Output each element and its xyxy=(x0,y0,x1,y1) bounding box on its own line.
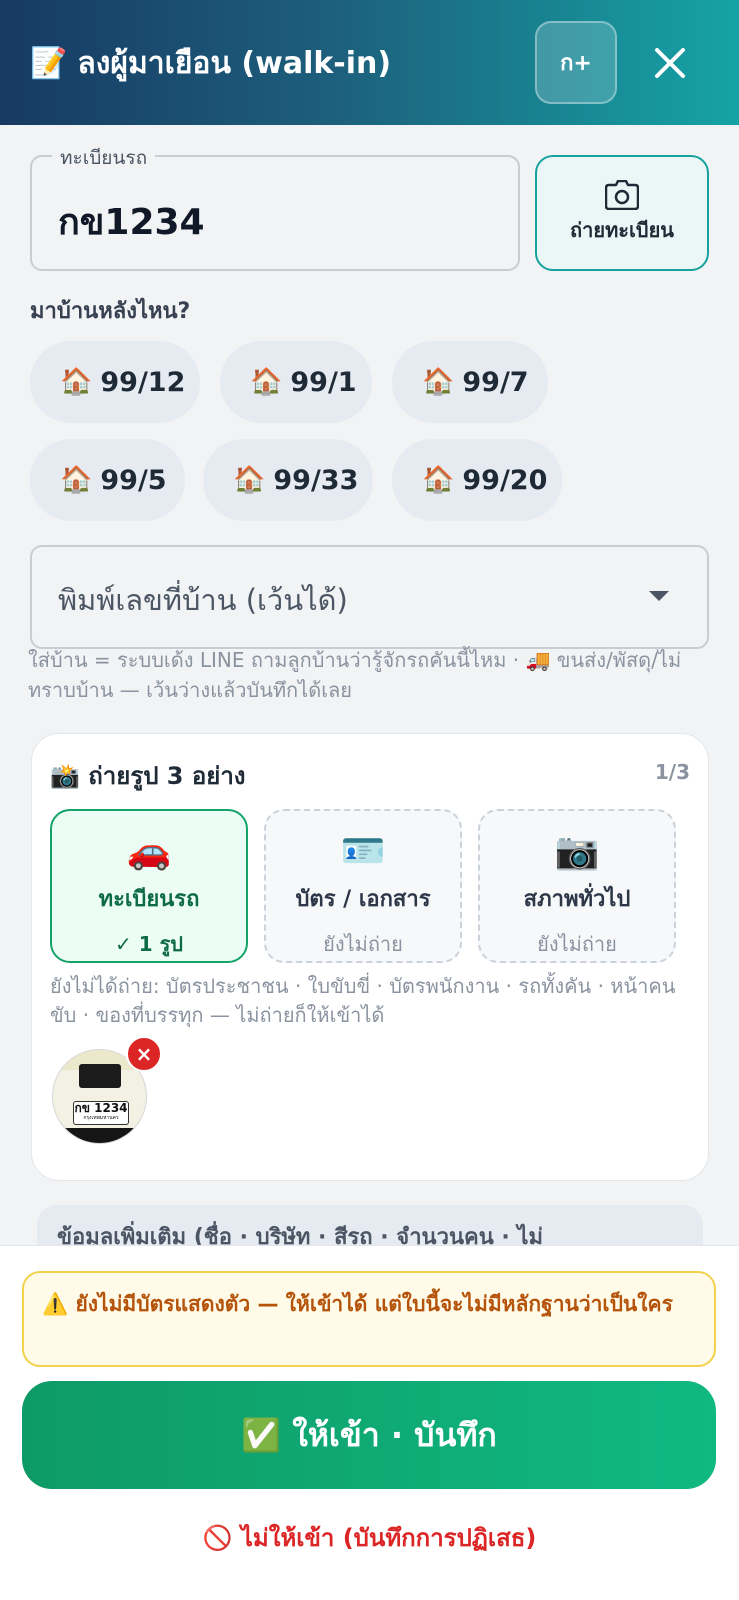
memo-icon: 📝 xyxy=(30,46,68,81)
thumb-plate-province: กรุงเทพมหานคร xyxy=(83,1115,119,1121)
house-chip[interactable]: 🏠 99/20 xyxy=(392,439,562,521)
house-chip[interactable]: 🏠 99/5 xyxy=(30,439,185,521)
photo-card-title-text: ถ่ายรูป 3 อย่าง xyxy=(88,762,246,790)
house-question: มาบ้านหลังไหน? xyxy=(30,299,191,324)
plate-input-value[interactable]: กข1234 xyxy=(58,193,205,250)
house-number-placeholder: พิมพ์เลขที่บ้าน (เว้นได้) xyxy=(58,583,348,617)
camera-icon: 📷 xyxy=(554,831,600,872)
deny-button[interactable]: 🚫 ไม่ให้เข้า (บันทึกการปฏิเสธ) xyxy=(0,1518,739,1557)
house-icon: 🏠 xyxy=(60,367,93,397)
remove-photo-button[interactable]: × xyxy=(126,1036,162,1072)
house-chip[interactable]: 🏠 99/7 xyxy=(392,341,548,423)
thumb-car-grille xyxy=(79,1064,121,1088)
camera-icon xyxy=(605,180,639,210)
house-chip[interactable]: 🏠 99/12 xyxy=(30,341,200,423)
house-icon: 🏠 xyxy=(250,367,283,397)
car-icon: 🚗 xyxy=(126,831,172,872)
house-chip-label: 99/1 xyxy=(290,366,357,398)
photo-card: 📸 ถ่ายรูป 3 อย่าง 1/3 🚗 ทะเบียนรถ ✓ 1 รู… xyxy=(31,733,709,1181)
action-footer: ⚠️ ยังไม่มีบัตรแสดงตัว — ให้เข้าได้ แต่ใ… xyxy=(0,1245,739,1600)
page-title: 📝 ลงผู้มาเยือน (walk-in) xyxy=(30,40,391,87)
allow-save-button[interactable]: ✅ ให้เข้า · บันทึก xyxy=(22,1381,716,1489)
house-icon: 🏠 xyxy=(60,465,93,495)
photo-count: 1/3 xyxy=(654,760,690,784)
close-icon xyxy=(655,48,685,78)
more-info-label: ข้อมูลเพิ่มเติม (ชื่อ · บริษัท · สีรถ · … xyxy=(57,1225,543,1245)
house-number-select[interactable]: พิมพ์เลขที่บ้าน (เว้นได้) xyxy=(30,545,709,649)
thumb-car-bumper xyxy=(53,1128,146,1143)
photo-tile-id[interactable]: 🪪 บัตร / เอกสาร ยังไม่ถ่าย xyxy=(264,809,462,963)
more-info-section[interactable]: ข้อมูลเพิ่มเติม (ชื่อ · บริษัท · สีรถ · … xyxy=(37,1205,703,1245)
photo-card-title: 📸 ถ่ายรูป 3 อย่าง xyxy=(50,756,246,795)
house-chip-label: 99/33 xyxy=(273,464,359,496)
photo-tile-label: สภาพทั่วไป xyxy=(523,887,631,912)
new-visitor-button[interactable]: ก+ xyxy=(535,21,617,104)
house-chip-label: 99/5 xyxy=(100,464,167,496)
photo-tile-status: ยังไม่ถ่าย xyxy=(323,932,403,956)
thumb-plate-text: กข 1234 xyxy=(74,1101,128,1115)
plate-field-label: ทะเบียนรถ xyxy=(52,143,156,173)
house-icon: 🏠 xyxy=(233,465,266,495)
photo-note: ยังไม่ได้ถ่าย: บัตรประชาชน · ใบขับขี่ · … xyxy=(50,974,676,1027)
house-chip-label: 99/7 xyxy=(462,366,529,398)
house-chip[interactable]: 🏠 99/33 xyxy=(203,439,373,521)
camera-flash-icon: 📸 xyxy=(50,762,80,790)
photo-plate-button[interactable]: ถ่ายทะเบียน xyxy=(535,155,709,271)
house-chip-label: 99/20 xyxy=(462,464,548,496)
id-card-icon: 🪪 xyxy=(340,831,386,872)
house-icon: 🏠 xyxy=(422,465,455,495)
photo-tile-plate[interactable]: 🚗 ทะเบียนรถ ✓ 1 รูป xyxy=(50,809,248,963)
photo-tile-status: ยังไม่ถ่าย xyxy=(537,932,617,956)
page-title-text: ลงผู้มาเยือน (walk-in) xyxy=(77,46,392,81)
house-chip[interactable]: 🏠 99/1 xyxy=(220,341,372,423)
photo-tile-label: บัตร / เอกสาร xyxy=(295,887,431,912)
close-button[interactable] xyxy=(648,36,692,90)
visitor-form: ทะเบียนรถ กข1234 ถ่ายทะเบียน มาบ้านหลังไ… xyxy=(0,125,739,1245)
house-chip-label: 99/12 xyxy=(100,366,186,398)
photo-tile-status: ✓ 1 รูป xyxy=(114,932,184,956)
no-id-warning: ⚠️ ยังไม่มีบัตรแสดงตัว — ให้เข้าได้ แต่ใ… xyxy=(22,1271,716,1367)
app-header: 📝 ลงผู้มาเยือน (walk-in) ก+ xyxy=(0,0,739,125)
photo-tile-general[interactable]: 📷 สภาพทั่วไป ยังไม่ถ่าย xyxy=(478,809,676,963)
house-hint: ใส่บ้าน = ระบบเด้ง LINE ถามลูกบ้านว่ารู้… xyxy=(28,648,682,702)
plate-field[interactable]: ทะเบียนรถ กข1234 xyxy=(30,143,520,271)
house-icon: 🏠 xyxy=(422,367,455,397)
thumb-plate: กข 1234 กรุงเทพมหานคร xyxy=(73,1101,129,1125)
photo-tile-label: ทะเบียนรถ xyxy=(98,887,200,912)
photo-plate-label: ถ่ายทะเบียน xyxy=(570,218,674,242)
chevron-down-icon xyxy=(649,591,669,601)
